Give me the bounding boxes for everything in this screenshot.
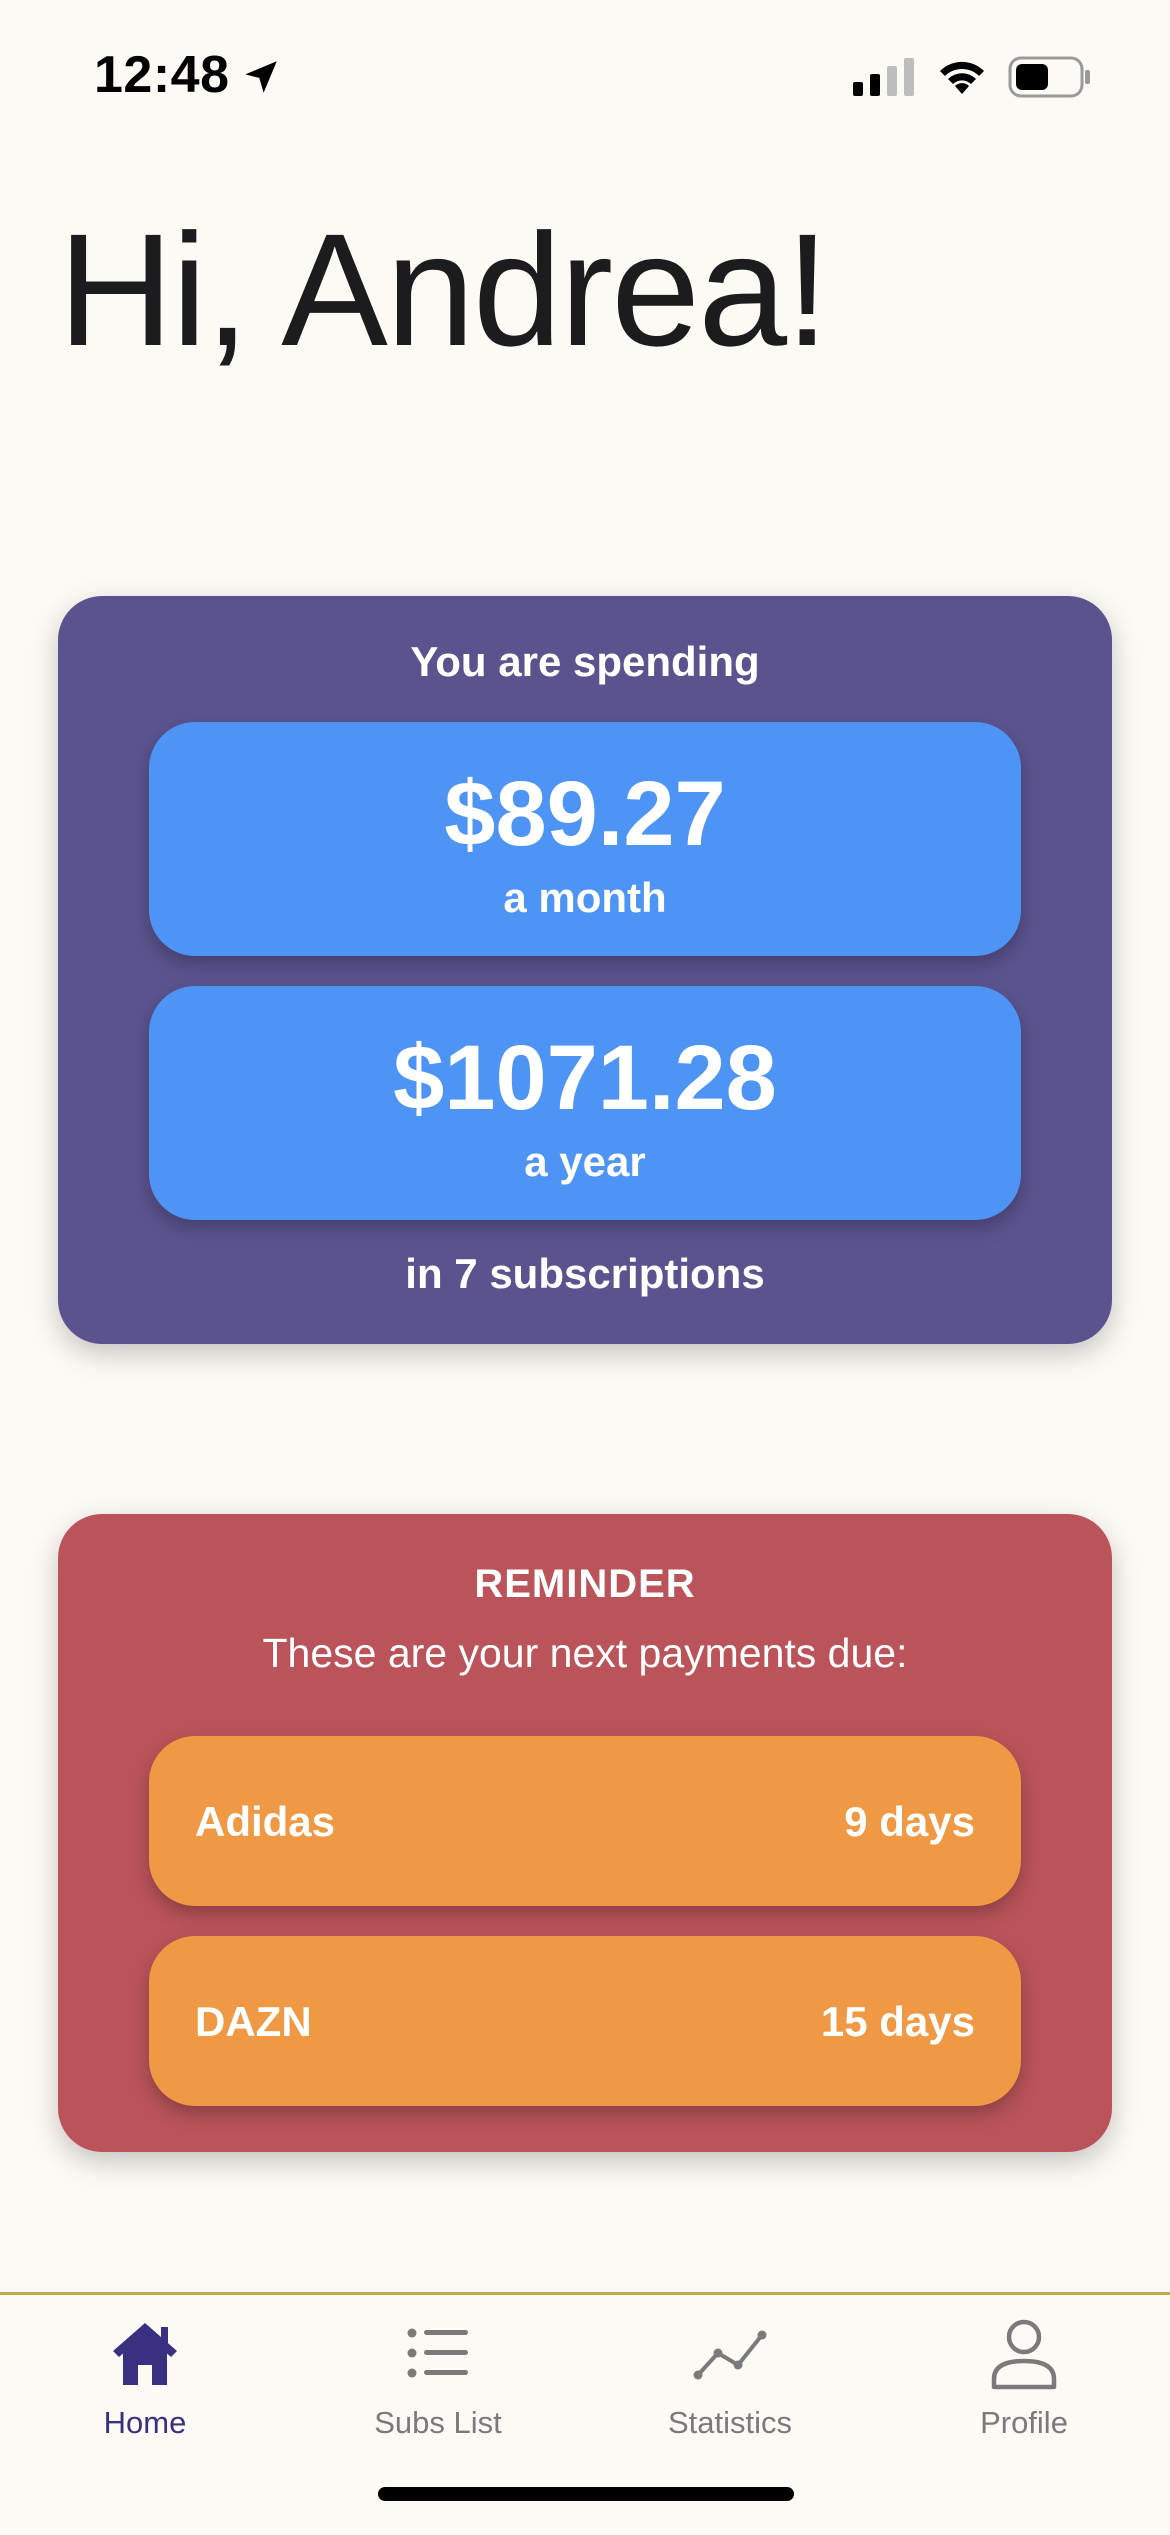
- yearly-label: a year: [524, 1138, 646, 1185]
- tab-label: Statistics: [667, 2405, 793, 2440]
- tab-profile[interactable]: Profile: [904, 2313, 1144, 2463]
- payment-due: 9 days: [844, 1798, 975, 1845]
- house-icon: [113, 2323, 177, 2385]
- status-bar: 12:48: [0, 0, 1170, 150]
- reminder-card: REMINDER These are your next payments du…: [58, 1514, 1112, 2152]
- subscriptions-count: in 7 subscriptions: [405, 1250, 765, 1297]
- payment-row-dazn[interactable]: DAZN 15 days: [149, 1936, 1021, 2106]
- monthly-amount: $89.27: [444, 763, 726, 865]
- spending-card: You are spending $89.27 a month $1071.28…: [58, 596, 1112, 1344]
- yearly-spending-box: $1071.28 a year: [149, 986, 1021, 1220]
- greeting-title: Hi, Andrea!: [58, 200, 830, 379]
- tab-label: Profile: [980, 2405, 1068, 2440]
- location-arrow-icon: [245, 61, 277, 93]
- reminder-subtitle: These are your next payments due:: [262, 1630, 908, 1676]
- payment-due: 15 days: [820, 1998, 975, 2045]
- list-icon: [407, 2328, 468, 2378]
- status-time: 12:48: [94, 46, 230, 104]
- cellular-signal-icon: [853, 58, 914, 96]
- tab-label: Subs List: [374, 2405, 502, 2440]
- home-indicator[interactable]: [378, 2487, 794, 2501]
- spending-heading: You are spending: [410, 638, 760, 685]
- tab-label: Home: [103, 2405, 187, 2440]
- payment-name: Adidas: [195, 1798, 336, 1845]
- monthly-spending-box: $89.27 a month: [149, 722, 1021, 956]
- tab-home[interactable]: Home: [25, 2313, 265, 2463]
- payment-name: DAZN: [195, 1998, 312, 2045]
- monthly-label: a month: [503, 874, 667, 921]
- battery-icon: [1008, 56, 1090, 98]
- payment-row-adidas[interactable]: Adidas 9 days: [149, 1736, 1021, 1906]
- wifi-icon: [940, 61, 984, 94]
- tab-statistics[interactable]: Statistics: [610, 2313, 850, 2463]
- line-chart-icon: [693, 2330, 767, 2380]
- reminder-title: REMINDER: [474, 1562, 696, 1606]
- tab-subs-list[interactable]: Subs List: [318, 2313, 558, 2463]
- yearly-amount: $1071.28: [393, 1027, 777, 1129]
- person-icon: [991, 2319, 1057, 2390]
